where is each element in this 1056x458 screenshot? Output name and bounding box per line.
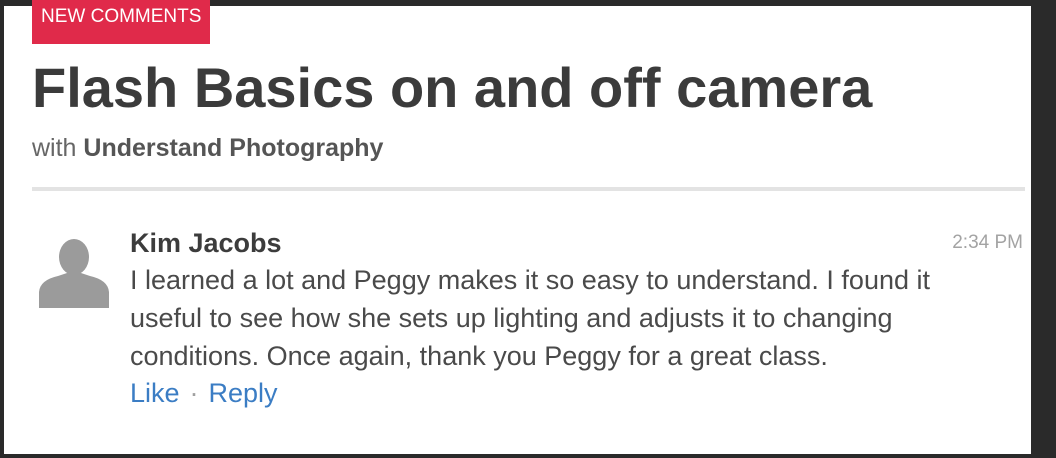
user-silhouette-icon: [39, 239, 109, 308]
divider: [32, 187, 1025, 191]
comment-author[interactable]: Kim Jacobs: [130, 228, 282, 259]
course-title[interactable]: Flash Basics on and off camera: [32, 56, 872, 120]
comment-actions: Like · Reply: [130, 378, 278, 409]
comment-text-line: conditions. Once again, thank you Peggy …: [130, 341, 828, 371]
course-byline: with Understand Photography: [32, 134, 383, 163]
comment-panel: NEW COMMENTS Flash Basics on and off cam…: [4, 0, 1031, 454]
comment-text: I learned a lot and Peggy makes it so ea…: [130, 261, 1022, 375]
like-button[interactable]: Like: [130, 378, 180, 408]
comment-text-line: useful to see how she sets up lighting a…: [130, 303, 893, 333]
comment-text-line: I learned a lot and Peggy makes it so ea…: [130, 265, 930, 295]
comment-timestamp: 2:34 PM: [952, 232, 1023, 253]
course-author-link[interactable]: Understand Photography: [83, 134, 383, 162]
reply-button[interactable]: Reply: [209, 378, 278, 408]
new-comments-badge: NEW COMMENTS: [32, 0, 211, 44]
action-separator: ·: [189, 378, 199, 408]
avatar[interactable]: [36, 232, 112, 308]
byline-prefix: with: [32, 134, 77, 162]
